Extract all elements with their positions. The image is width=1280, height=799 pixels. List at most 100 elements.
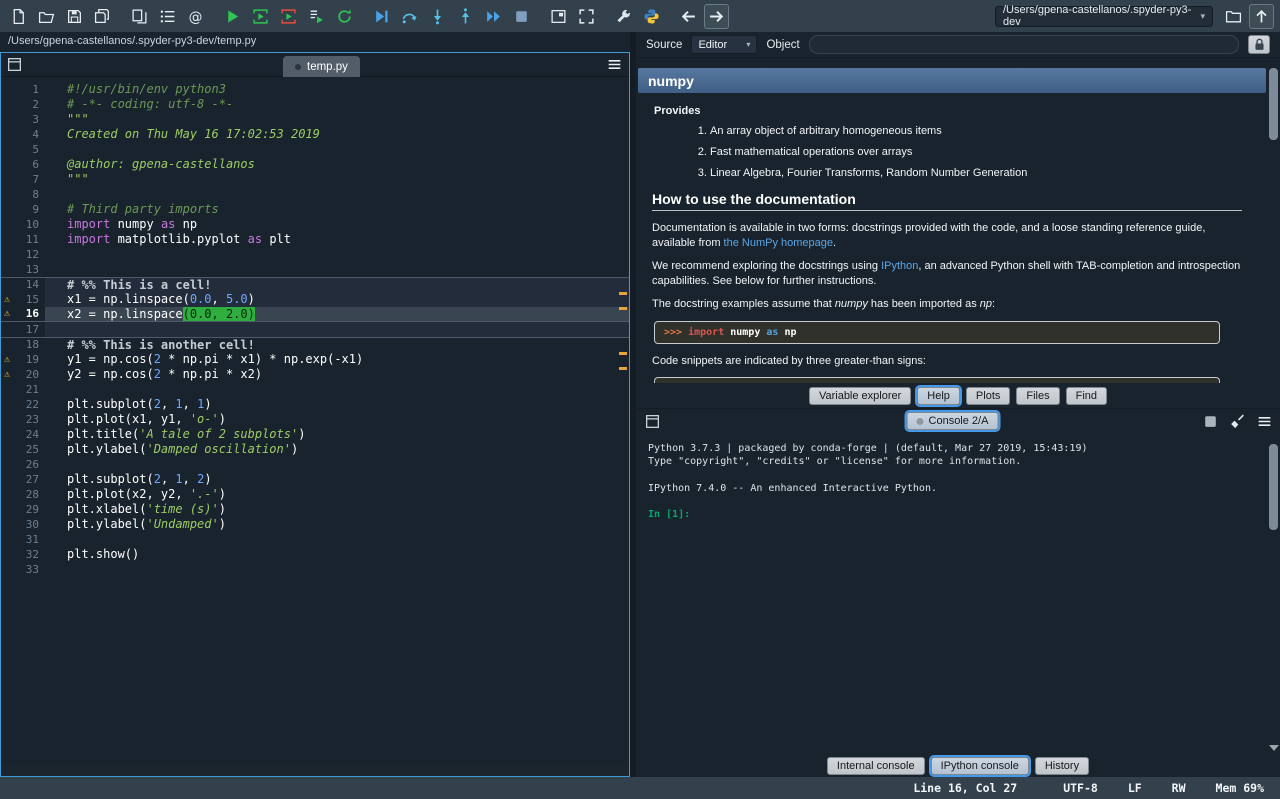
code-line-26[interactable]: 26 (1, 457, 629, 472)
step-over-icon[interactable] (397, 4, 422, 29)
forward-icon[interactable] (704, 4, 729, 29)
pane-tab-files[interactable]: Files (1016, 387, 1059, 405)
code-line-28[interactable]: 28plt.plot(x2, y2, '.-') (1, 487, 629, 502)
code-line-9[interactable]: 9# Third party imports (1, 202, 629, 217)
back-icon[interactable] (676, 4, 701, 29)
editor-options-icon[interactable] (606, 56, 624, 74)
console-options-icon[interactable] (1255, 413, 1273, 431)
code-line-24[interactable]: 24plt.title('A tale of 2 subplots') (1, 427, 629, 442)
code-line-4[interactable]: 4Created on Thu May 16 17:02:53 2019 (1, 127, 629, 142)
maximize-pane-icon[interactable] (546, 4, 571, 29)
source-combo[interactable]: Editor ▾ (691, 35, 757, 54)
save-all-icon[interactable] (90, 4, 115, 29)
run-file-icon[interactable] (220, 4, 245, 29)
debug-file-icon[interactable] (369, 4, 394, 29)
code-line-15[interactable]: ⚠15x1 = np.linspace(0.0, 5.0) (1, 292, 629, 307)
pane-tab-find[interactable]: Find (1066, 387, 1107, 405)
code-line-8[interactable]: 8 (1, 187, 629, 202)
code-line-2[interactable]: 2# -*- coding: utf-8 -*- (1, 97, 629, 112)
run-cell-icon[interactable] (248, 4, 273, 29)
stop-debug-icon[interactable] (509, 4, 534, 29)
console-pane-icon[interactable] (643, 413, 661, 431)
pane-tab-variable-explorer[interactable]: Variable explorer (809, 387, 911, 405)
working-directory-combo[interactable]: /Users/gpena-castellanos/.spyder-py3-dev… (995, 6, 1213, 27)
code-line-7[interactable]: 7""" (1, 172, 629, 187)
code-line-3[interactable]: 3 """ (1, 112, 629, 127)
scrollbar-thumb[interactable] (1269, 444, 1278, 530)
line-gutter: 31 (1, 532, 45, 547)
pane-tab-help[interactable]: Help (917, 387, 960, 405)
code-line-30[interactable]: 30plt.ylabel('Undamped') (1, 517, 629, 532)
console-tab-internal-console[interactable]: Internal console (827, 757, 925, 775)
code-line-11[interactable]: 11import matplotlib.pyplot as plt (1, 232, 629, 247)
code-line-5[interactable]: 5 (1, 142, 629, 157)
python-path-icon[interactable] (639, 4, 664, 29)
code-line-10[interactable]: 10import numpy as np (1, 217, 629, 232)
code-line-14[interactable]: 14# %% This is a cell! (1, 277, 629, 292)
code-line-32[interactable]: 32plt.show() (1, 547, 629, 562)
code-line-16[interactable]: ⚠16x2 = np.linspace(0.0, 2.0) (1, 307, 629, 322)
preferences-icon[interactable] (611, 4, 636, 29)
code-line-17[interactable]: 17 (1, 322, 629, 337)
code-text: plt.ylabel('Undamped') (45, 517, 629, 532)
code-line-18[interactable]: 18# %% This is another cell! (1, 337, 629, 352)
code-line-1[interactable]: 1#!/usr/bin/env python3 (1, 82, 629, 97)
code-line-31[interactable]: 31 (1, 532, 629, 547)
scrollbar-thumb[interactable] (1269, 68, 1278, 140)
code-line-22[interactable]: 22plt.subplot(2, 1, 1) (1, 397, 629, 412)
save-icon[interactable] (62, 4, 87, 29)
outline-explorer-icon[interactable] (155, 4, 180, 29)
code-line-12[interactable]: 12 (1, 247, 629, 262)
continue-icon[interactable] (481, 4, 506, 29)
console-output[interactable]: Python 3.7.3 | packaged by conda-forge |… (636, 434, 1280, 755)
code-line-13[interactable]: 13 (1, 262, 629, 277)
help-scrollbar[interactable] (1268, 66, 1279, 375)
code-line-33[interactable]: 33 (1, 562, 629, 577)
line-gutter: 4 (1, 127, 45, 142)
browse-directory-icon[interactable] (1221, 4, 1246, 29)
code-line-20[interactable]: ⚠20y2 = np.cos(2 * np.pi * x2) (1, 367, 629, 382)
cursor-position: Line 16, Col 27 (913, 781, 1017, 795)
tab-temp-py[interactable]: temp.py (283, 56, 360, 77)
step-into-icon[interactable] (425, 4, 450, 29)
lock-icon[interactable] (1248, 35, 1270, 54)
warning-mark (619, 307, 627, 310)
code-line-27[interactable]: 27plt.subplot(2, 1, 2) (1, 472, 629, 487)
ipython-link[interactable]: IPython (881, 260, 918, 272)
symbol-finder-icon[interactable]: @ (183, 4, 208, 29)
code-line-21[interactable]: 21 (1, 382, 629, 397)
interrupt-kernel-icon[interactable] (1201, 413, 1219, 431)
run-selection-icon[interactable] (304, 4, 329, 29)
console-tab[interactable]: Console 2/A (907, 412, 999, 430)
code-text (45, 262, 629, 277)
code-editor[interactable]: 1#!/usr/bin/env python32# -*- coding: ut… (1, 77, 629, 766)
line-number: 3 (32, 113, 39, 126)
parent-directory-icon[interactable] (1249, 4, 1274, 29)
numpy-homepage-link[interactable]: the NumPy homepage (724, 237, 833, 249)
object-label: Object (766, 39, 799, 51)
line-gutter: ⚠19 (1, 352, 45, 367)
rerun-icon[interactable] (332, 4, 357, 29)
code-text: """ (45, 112, 629, 127)
console-scrollbar[interactable] (1268, 442, 1279, 741)
browse-tabs-icon[interactable] (6, 56, 24, 74)
file-switcher-icon[interactable] (127, 4, 152, 29)
code-line-6[interactable]: 6@author: gpena-castellanos (1, 157, 629, 172)
step-out-icon[interactable] (453, 4, 478, 29)
console-tab-history[interactable]: History (1035, 757, 1089, 775)
code-line-23[interactable]: 23plt.plot(x1, y1, 'o-') (1, 412, 629, 427)
code-line-29[interactable]: 29plt.xlabel('time (s)') (1, 502, 629, 517)
pane-tab-plots[interactable]: Plots (966, 387, 1010, 405)
clear-console-icon[interactable] (1228, 413, 1246, 431)
scroll-down-icon[interactable] (1269, 745, 1279, 751)
console-tab-ipython-console[interactable]: IPython console (931, 757, 1029, 775)
fullscreen-icon[interactable] (574, 4, 599, 29)
editor-horizontal-scrollbar[interactable] (1, 766, 629, 776)
run-cell-advance-icon[interactable] (276, 4, 301, 29)
code-line-19[interactable]: ⚠19y1 = np.cos(2 * np.pi * x1) * np.exp(… (1, 352, 629, 367)
object-input[interactable] (809, 35, 1239, 54)
code-line-25[interactable]: 25plt.ylabel('Damped oscillation') (1, 442, 629, 457)
new-file-icon[interactable] (6, 4, 31, 29)
console-prompt-line: In [1]: (648, 508, 1268, 521)
open-file-icon[interactable] (34, 4, 59, 29)
